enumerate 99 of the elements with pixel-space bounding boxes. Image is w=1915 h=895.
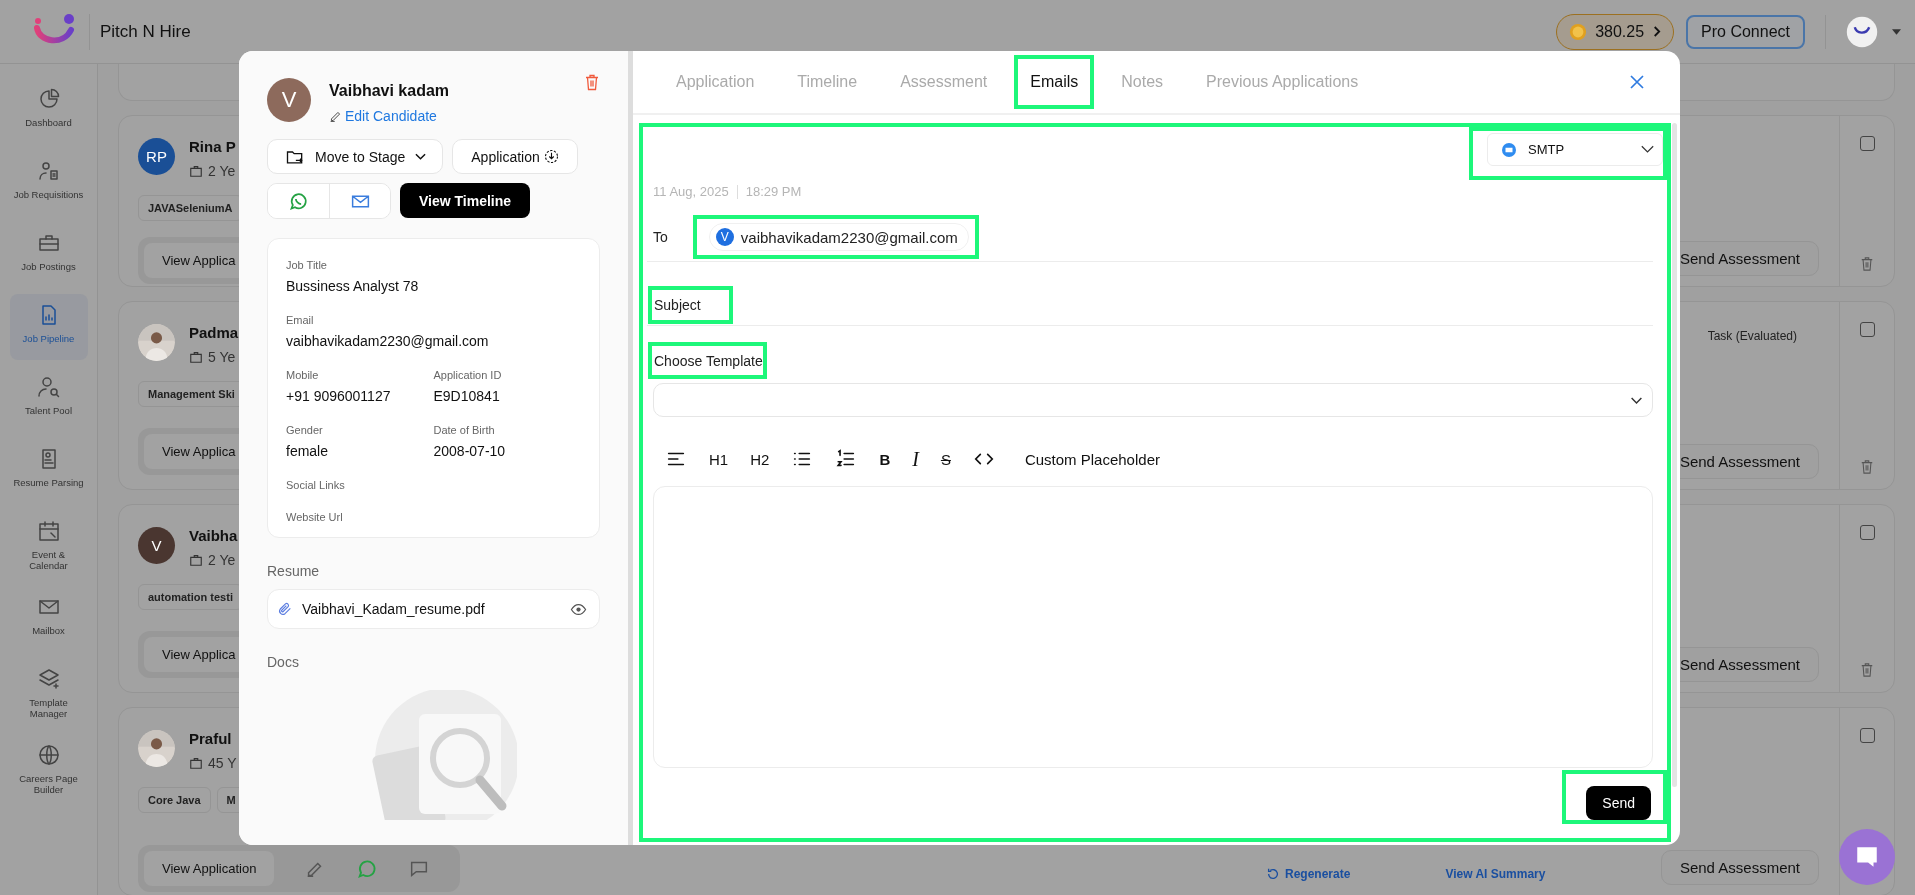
template-label: Choose Template (654, 353, 763, 369)
person-search-icon (36, 375, 61, 399)
chevron-right-icon (1652, 25, 1662, 38)
section-label: Docs (267, 654, 300, 670)
field-label: Application ID (433, 369, 503, 381)
pro-connect-button[interactable]: Pro Connect (1686, 14, 1805, 49)
sidebar-item[interactable]: Event & Calendar (9, 510, 88, 580)
candidate-name: Padma (189, 324, 239, 341)
move-to-stage-button[interactable]: Move to Stage (267, 139, 444, 174)
caret-down-icon[interactable] (1892, 28, 1901, 35)
layers-icon (36, 667, 61, 691)
download-icon (543, 149, 559, 164)
coin-icon (1569, 22, 1588, 41)
avatar: V (267, 78, 311, 122)
field-value: Bussiness Analyst 78 (286, 278, 420, 294)
email-date: 11 Aug, 2025 (653, 184, 729, 199)
person-document-icon (36, 159, 61, 183)
refresh-icon (1266, 867, 1280, 881)
briefcase-icon (189, 553, 203, 567)
chevron-down-icon (1641, 145, 1654, 154)
briefcase-icon (189, 756, 203, 770)
trash-icon[interactable] (1860, 662, 1874, 678)
calendar-icon (36, 519, 61, 543)
custom-placeholder-button[interactable]: Custom Placeholder (1020, 445, 1164, 473)
close-icon[interactable] (1630, 75, 1644, 89)
experience-text: 45 Y (208, 755, 237, 771)
chat-bubble-icon (1854, 844, 1880, 870)
recipient-email: vaibhavikadam2230@gmail.com (740, 228, 958, 246)
sidebar-item[interactable]: Resume Parsing (9, 438, 88, 504)
field-label: Date of Birth (433, 424, 496, 436)
candidate-name: Rina P (189, 138, 236, 155)
field-value: +91 9096001127 (286, 388, 392, 404)
sidebar-item[interactable]: Dashboard (9, 78, 88, 144)
globe-icon (36, 743, 61, 767)
field-label: Social Links (286, 479, 346, 491)
provider-select[interactable]: SMTP (1487, 133, 1663, 166)
bold-button[interactable]: B (875, 445, 895, 473)
checkbox[interactable] (1859, 728, 1875, 743)
application-download-button[interactable]: Application (452, 139, 578, 174)
experience-text: 2 Ye (208, 552, 236, 568)
chevron-down-icon (415, 152, 427, 161)
checkbox[interactable] (1859, 136, 1875, 151)
field-label: Email (286, 314, 315, 326)
email-button[interactable] (329, 184, 390, 218)
file-name: Vaibhavi_Kadam_resume.pdf (302, 601, 485, 617)
candidate-name: Vaibhavi kadam (329, 82, 450, 100)
paperclip-icon (277, 601, 293, 617)
subject-label: Subject (654, 297, 701, 313)
sidebar-item[interactable]: Careers Page Builder (9, 734, 88, 804)
field-value: 2008-07-10 (433, 443, 507, 459)
tab[interactable]: Emails (1014, 55, 1095, 109)
field-value: vaibhavikadam2230@gmail.com (286, 333, 490, 349)
heading-button[interactable]: H2 (746, 445, 774, 473)
briefcase-icon (189, 164, 203, 178)
send-button[interactable]: Send (1586, 786, 1651, 820)
candidate-name: Vaibha (189, 527, 238, 544)
field-label: Website Url (286, 511, 344, 523)
italic-button[interactable]: I (908, 445, 923, 473)
edit-candidate-link[interactable]: Edit Candidate (329, 108, 450, 124)
field-label: Mobile (286, 369, 320, 381)
avatar: RP (138, 138, 175, 175)
strikethrough-button[interactable]: S (936, 445, 955, 473)
skill-tag: Core Java (138, 787, 211, 813)
whatsapp-icon (288, 190, 309, 212)
sidebar-item[interactable]: Template Manager (9, 658, 88, 728)
send-assessment-button[interactable]: Send Assessment (1660, 850, 1819, 885)
trash-icon[interactable] (1860, 256, 1874, 272)
experience-text: 5 Ye (208, 349, 236, 365)
view-application-button[interactable]: View Application (144, 851, 275, 886)
recipient-avatar: V (715, 228, 734, 246)
avatar: V (138, 527, 175, 564)
field-label: Job Title (286, 259, 328, 271)
brand-name: Pitch N Hire (100, 21, 191, 42)
chevron-down-icon (1630, 395, 1643, 405)
delete-icon[interactable] (584, 73, 600, 92)
email-time: 18:29 PM (745, 184, 802, 199)
experience-text: 2 Ye (208, 163, 236, 179)
field-value: female (286, 443, 330, 459)
checkbox[interactable] (1859, 322, 1875, 337)
field-label: Gender (286, 424, 324, 436)
section-label: Resume (267, 563, 321, 579)
pencil-icon (329, 109, 342, 123)
view-timeline-button[interactable]: View Timeline (400, 183, 531, 218)
checkbox[interactable] (1859, 525, 1875, 540)
mail-badge-icon (1502, 142, 1516, 157)
to-label: To (653, 229, 668, 245)
trash-icon[interactable] (1860, 459, 1874, 475)
candidate-name: Praful (189, 730, 233, 747)
sidebar-item[interactable]: Mailbox (9, 586, 88, 652)
field-value: E9D10841 (433, 388, 501, 404)
account-avatar-icon[interactable] (1846, 15, 1878, 48)
sidebar-item[interactable]: Job Requisitions (9, 150, 88, 216)
sidebar-item[interactable]: Job Postings (9, 222, 88, 288)
assessment-status: Task (Evaluated) (1707, 329, 1797, 343)
resume-file-row[interactable]: Vaibhavi_Kadam_resume.pdf (267, 589, 600, 629)
credits-button[interactable]: 380.25 (1556, 13, 1675, 50)
heading-button[interactable]: H1 (705, 445, 733, 473)
briefcase-icon (189, 350, 203, 364)
sidebar-item[interactable]: Talent Pool (9, 366, 88, 432)
